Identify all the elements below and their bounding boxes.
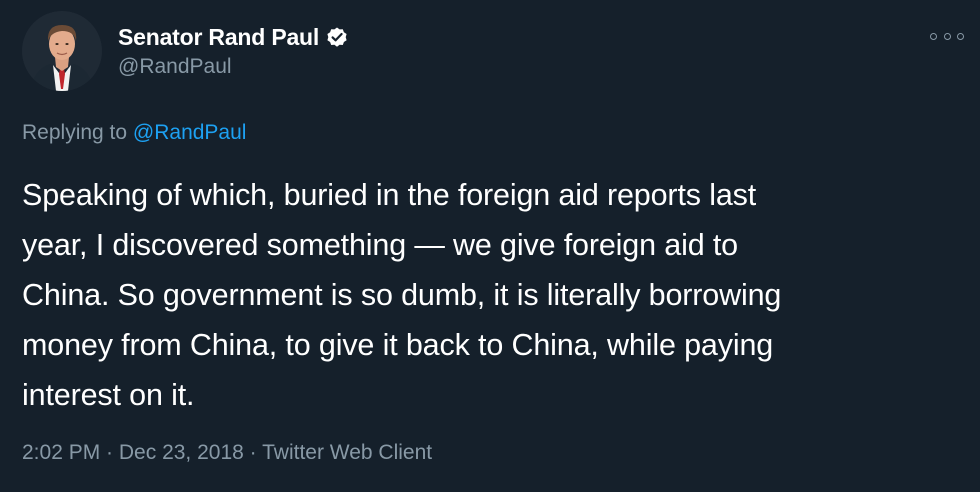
tweet-text-line: Speaking of which, buried in the foreign…: [22, 178, 757, 212]
tweet-card: Senator Rand Paul @RandPaul Replying to …: [0, 0, 980, 492]
more-dot-icon: [957, 32, 964, 40]
tweet-time[interactable]: 2:02 PM: [22, 441, 100, 464]
verified-badge-icon: [325, 25, 349, 49]
tweet-text-line: money from China, to give it back to Chi…: [22, 328, 774, 362]
tweet-metadata: 2:02 PM · Dec 23, 2018 · Twitter Web Cli…: [22, 441, 432, 465]
tweet-text: Speaking of which, buried in the foreign…: [22, 170, 962, 420]
avatar[interactable]: [22, 11, 102, 91]
replying-to-label: Replying to: [22, 121, 128, 144]
avatar-portrait: [22, 11, 102, 91]
meta-separator: ·: [243, 441, 263, 464]
replying-to: Replying to @RandPaul: [22, 121, 246, 145]
tweet-text-line: interest on it.: [22, 378, 195, 412]
author-display-name[interactable]: Senator Rand Paul: [118, 24, 319, 51]
author-handle[interactable]: @RandPaul: [118, 55, 232, 79]
author-name-row: Senator Rand Paul: [118, 22, 349, 52]
meta-separator: ·: [100, 441, 119, 464]
tweet-source[interactable]: Twitter Web Client: [262, 441, 432, 464]
more-options-icon[interactable]: [930, 26, 964, 46]
tweet-text-line: year, I discovered something — we give f…: [22, 228, 738, 262]
replying-to-mention[interactable]: @RandPaul: [133, 121, 247, 144]
tweet-text-line: China. So government is so dumb, it is l…: [22, 278, 782, 312]
more-dot-icon: [943, 32, 951, 40]
more-dot-icon: [930, 32, 937, 40]
tweet-date[interactable]: Dec 23, 2018: [119, 441, 244, 464]
